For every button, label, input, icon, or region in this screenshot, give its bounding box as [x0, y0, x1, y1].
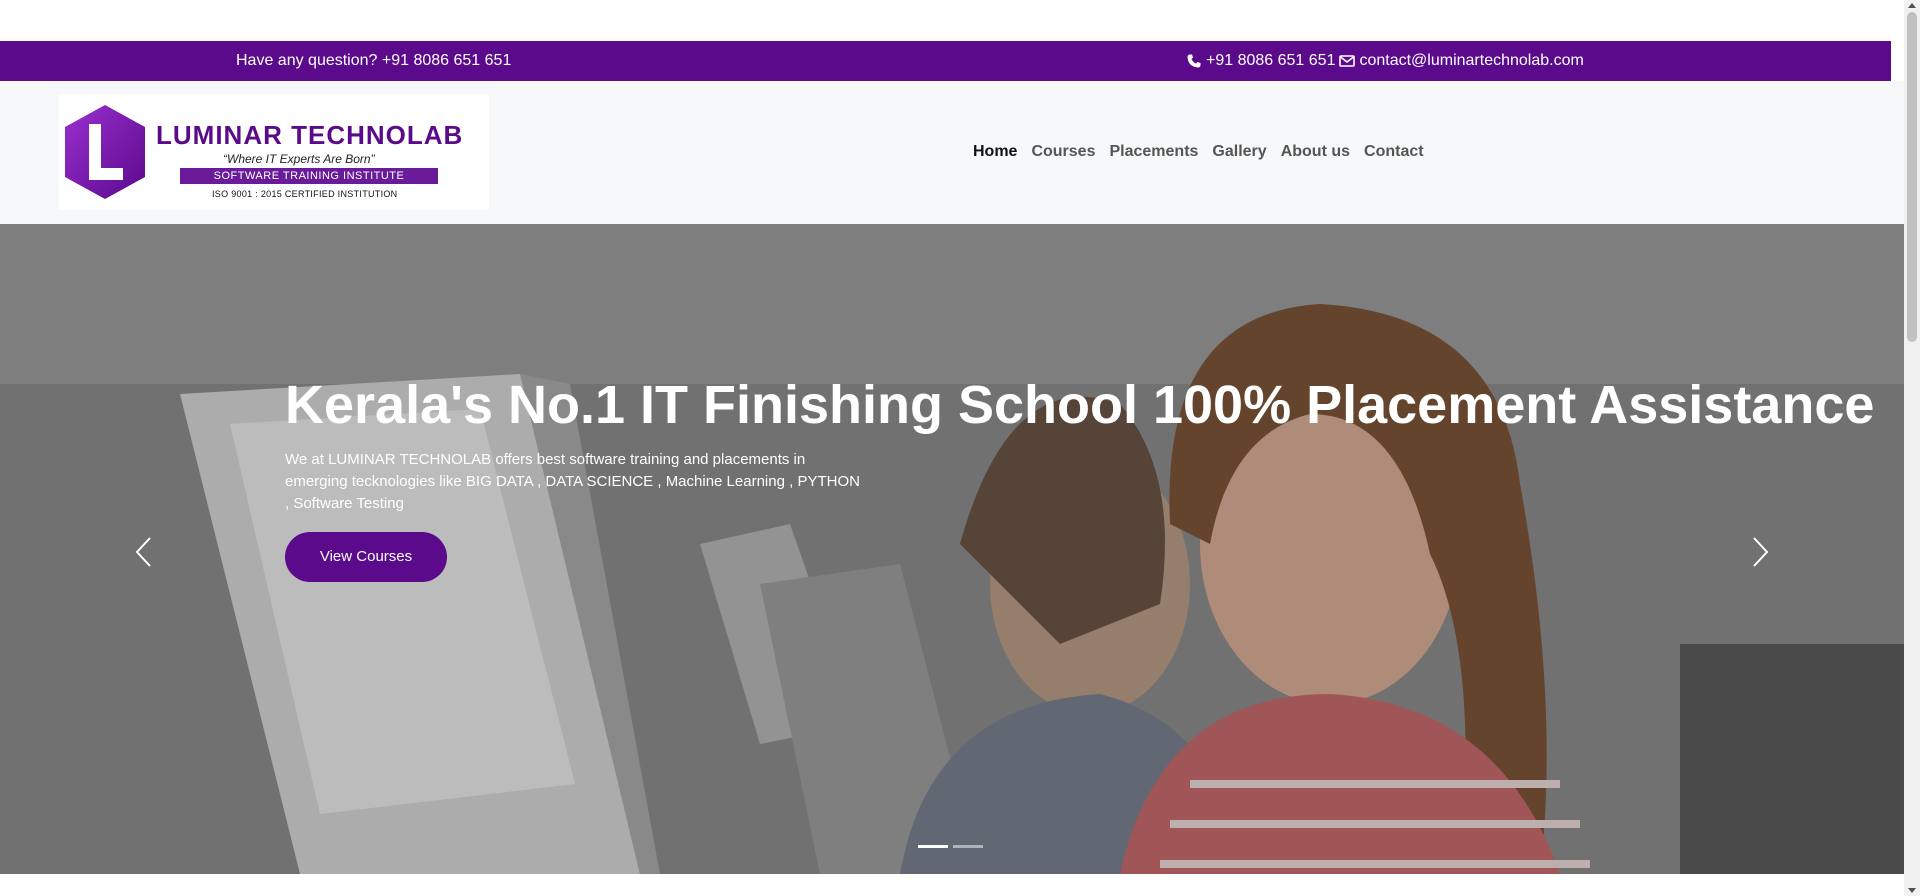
question-text: Have any question? +91 8086 651 651 — [236, 52, 512, 69]
carousel-next-button[interactable] — [1750, 535, 1772, 569]
nav-home[interactable]: Home — [973, 143, 1017, 161]
nav-placements[interactable]: Placements — [1109, 143, 1198, 161]
logo-brand-text: LUMINAR TECHNOLAB — [156, 120, 464, 150]
nav-contact[interactable]: Contact — [1364, 143, 1424, 161]
hero-carousel: Kerala's No.1 IT Finishing School 100% P… — [0, 224, 1904, 874]
logo-subtitle: SOFTWARE TRAINING INSTITUTE — [180, 168, 438, 184]
carousel-prev-button[interactable] — [132, 535, 154, 569]
carousel-indicator[interactable] — [918, 845, 948, 848]
hero-title: Kerala's No.1 IT Finishing School 100% P… — [285, 375, 1875, 435]
nav-gallery[interactable]: Gallery — [1212, 143, 1266, 161]
contact-info: +91 8086 651 651 contact@luminartechnola… — [1186, 52, 1584, 70]
scroll-up-arrow[interactable] — [1908, 3, 1916, 8]
logo-certification: ISO 9001 : 2015 CERTIFIED INSTITUTION — [212, 189, 398, 199]
carousel-indicators — [918, 845, 983, 848]
main-navbar: LUMINAR TECHNOLAB “Where IT Experts Are … — [0, 81, 1904, 224]
email-link[interactable]: contact@luminartechnolab.com — [1359, 52, 1583, 70]
hero-description: We at LUMINAR TECHNOLAB offers best soft… — [285, 451, 860, 512]
nav-about-us[interactable]: About us — [1281, 143, 1350, 161]
carousel-indicator[interactable] — [953, 845, 983, 848]
nav-menu: Home Courses Placements Gallery About us… — [973, 143, 1424, 161]
chevron-left-icon — [135, 537, 151, 567]
page-scrollbar[interactable] — [1904, 0, 1920, 896]
nav-courses[interactable]: Courses — [1031, 143, 1095, 161]
logo-tagline: “Where IT Experts Are Born” — [223, 152, 375, 166]
top-contact-bar: Have any question? +91 8086 651 651 +91 … — [0, 41, 1891, 81]
logo-mark — [65, 105, 145, 199]
site-logo[interactable]: LUMINAR TECHNOLAB “Where IT Experts Are … — [59, 94, 489, 210]
scroll-down-arrow[interactable] — [1908, 888, 1916, 893]
view-courses-button[interactable]: View Courses — [285, 532, 447, 582]
scrollbar-thumb[interactable] — [1907, 12, 1917, 342]
phone-icon — [1186, 53, 1202, 69]
envelope-icon — [1339, 54, 1356, 68]
chevron-right-icon — [1753, 537, 1769, 567]
phone-link[interactable]: +91 8086 651 651 — [1206, 52, 1335, 70]
